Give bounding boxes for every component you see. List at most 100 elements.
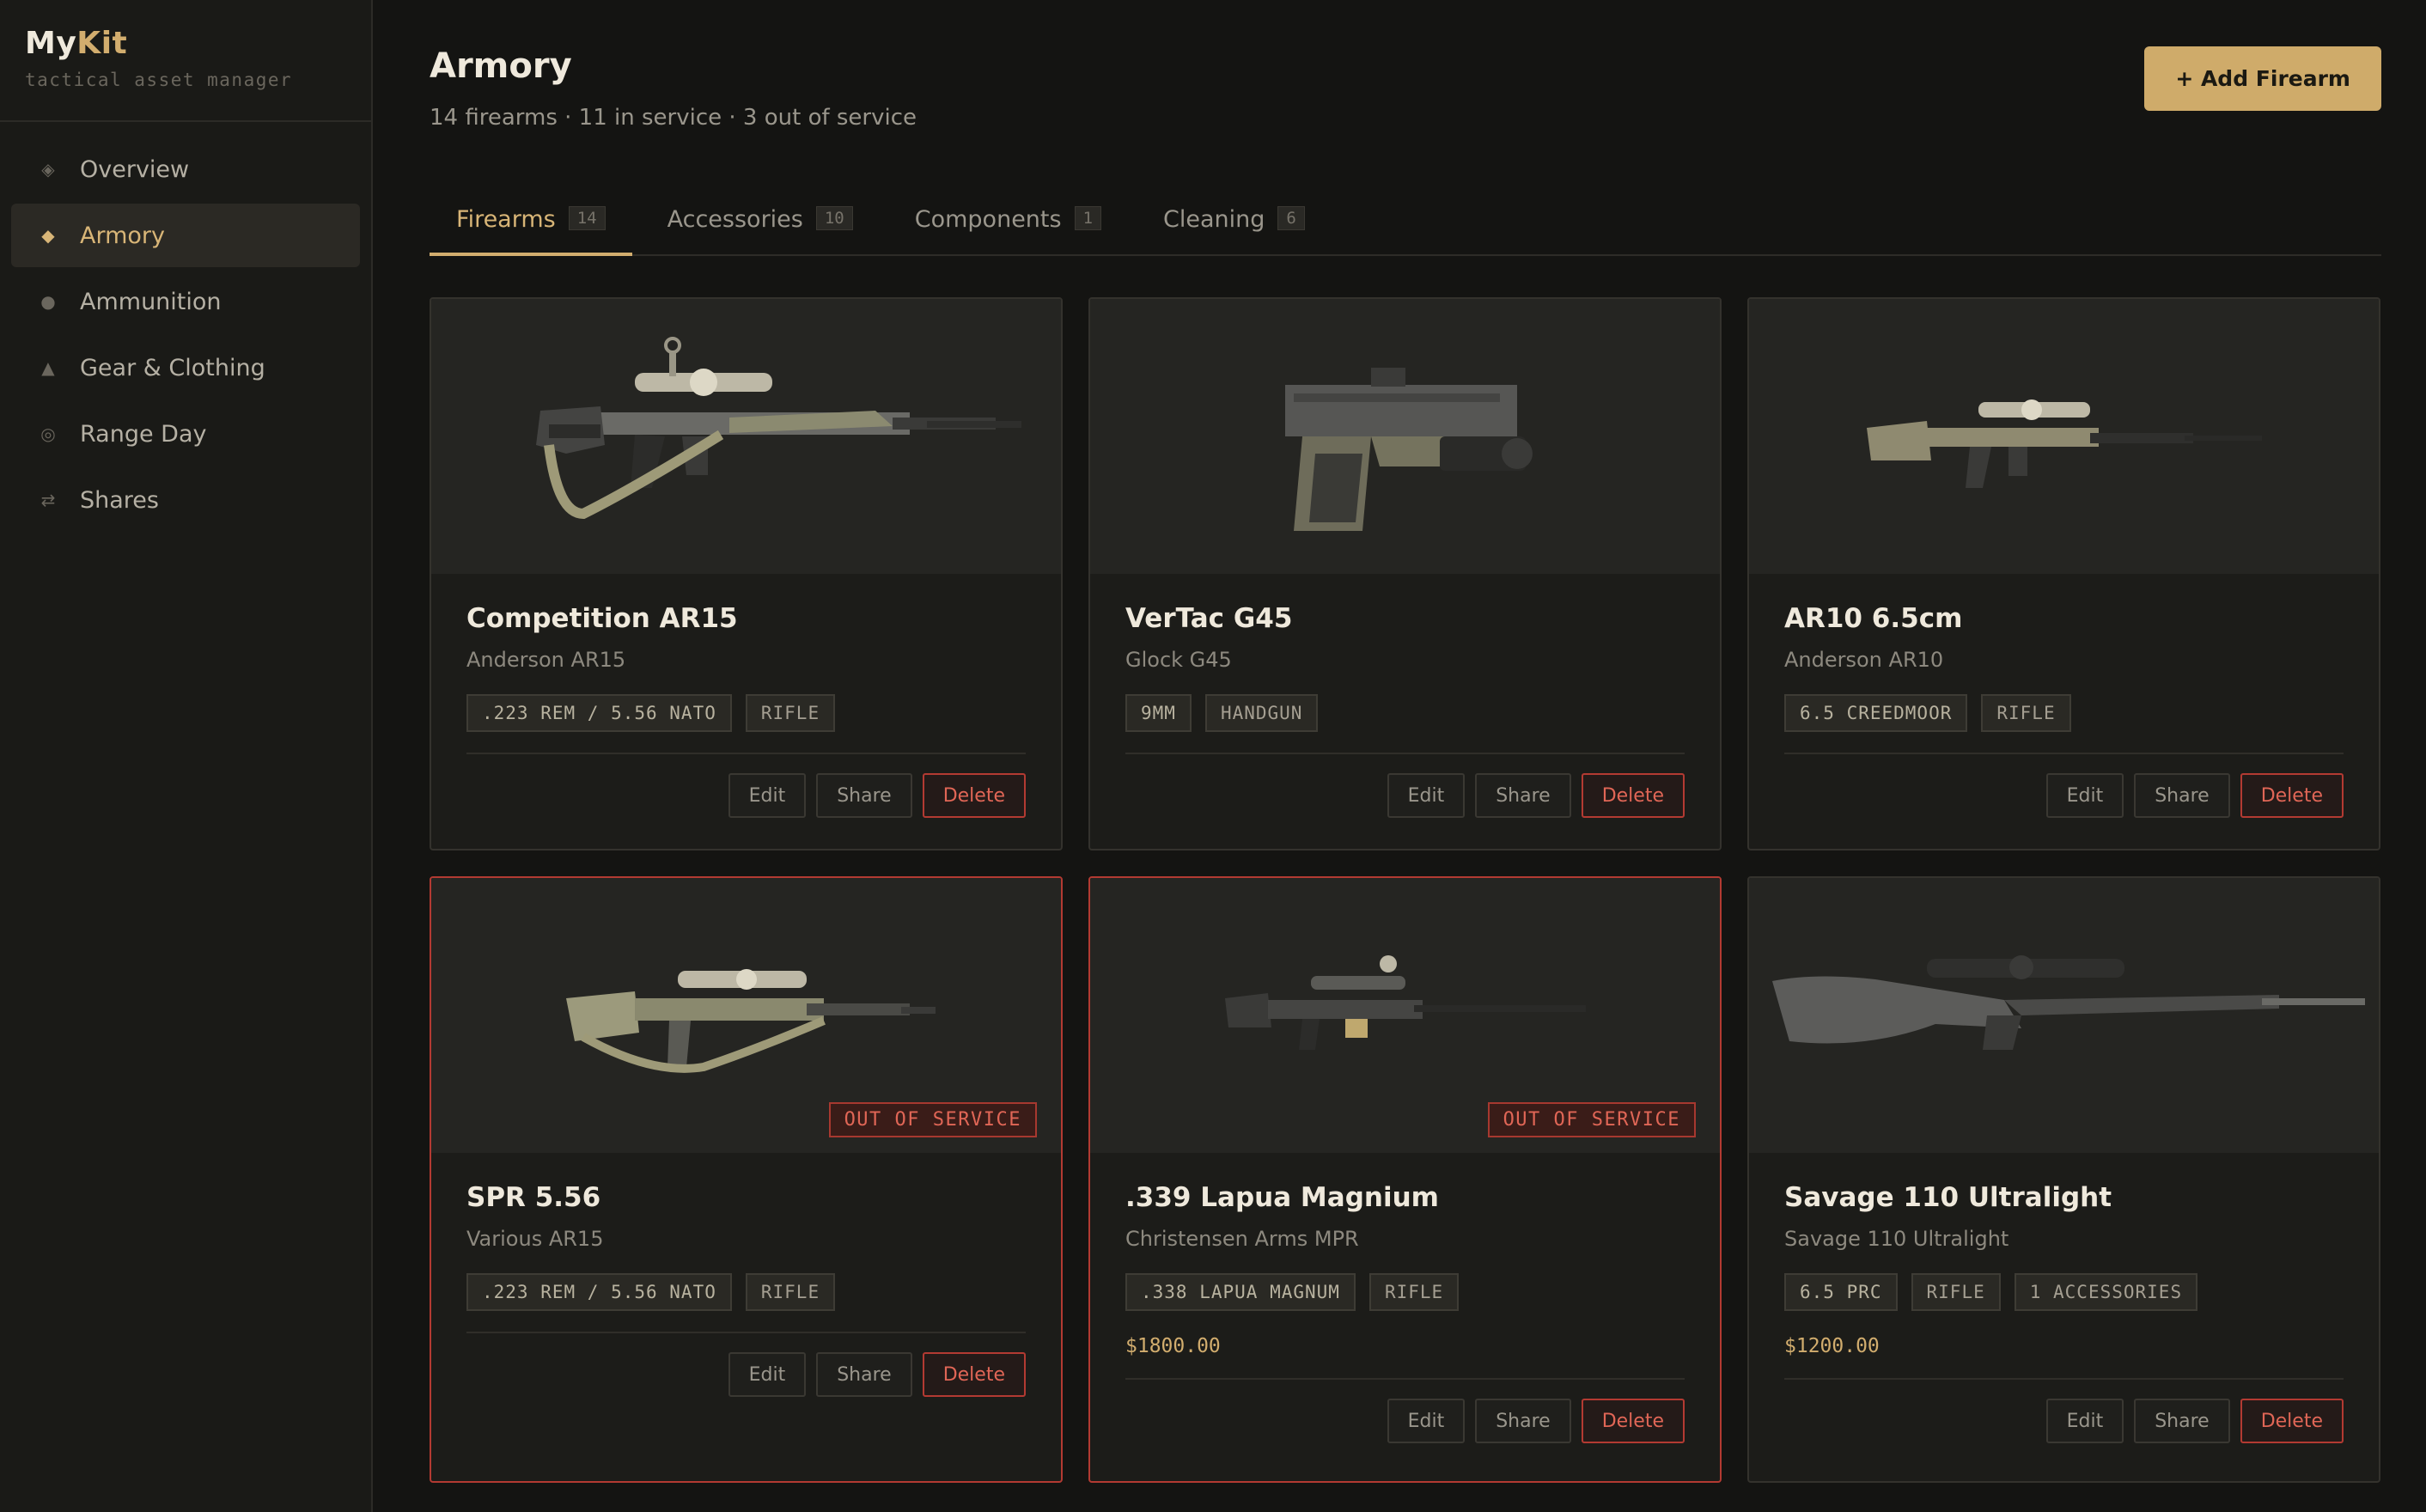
- tag-list: 9MM HANDGUN: [1125, 694, 1685, 732]
- type-tag: RIFLE: [1911, 1273, 2001, 1311]
- delete-button[interactable]: Delete: [1581, 1399, 1685, 1443]
- share-icon: ⇄: [40, 490, 56, 510]
- tag-list: .223 REM / 5.56 NATO RIFLE: [466, 1273, 1026, 1311]
- main-content: Armory 14 firearms · 11 in service · 3 o…: [373, 0, 2426, 1512]
- firearm-card[interactable]: OUT OF SERVICE .339 Lapua Magnium Christen…: [1088, 876, 1722, 1483]
- firearm-model: Various AR15: [466, 1227, 604, 1251]
- delete-button[interactable]: Delete: [1581, 773, 1685, 818]
- sidebar-item-armory[interactable]: ◆ Armory: [11, 204, 360, 267]
- caliber-tag: 9MM: [1125, 694, 1192, 732]
- brand-logo[interactable]: MyKit: [25, 26, 346, 61]
- card-body: VerTac G45 Glock G45 9MM HANDGUN Edit Share De…: [1090, 574, 1720, 818]
- delete-button[interactable]: Delete: [2240, 773, 2344, 818]
- edit-button[interactable]: Edit: [728, 773, 807, 818]
- share-button[interactable]: Share: [816, 773, 912, 818]
- firearm-name: SPR 5.56: [466, 1182, 601, 1213]
- sidebar-item-gear-clothing[interactable]: ▲ Gear & Clothing: [11, 336, 360, 399]
- sidebar-item-range-day[interactable]: ◎ Range Day: [11, 402, 360, 466]
- sidebar-item-label: Range Day: [80, 420, 207, 448]
- sidebar-item-label: Shares: [80, 486, 159, 514]
- firearm-name: VerTac G45: [1125, 603, 1293, 634]
- bolt-rifle-image: [1749, 878, 2379, 1153]
- sidebar-item-shares[interactable]: ⇄ Shares: [11, 468, 360, 532]
- precision-rifle-image: OUT OF SERVICE: [1090, 878, 1720, 1153]
- caliber-tag: 6.5 CREEDMOOR: [1784, 694, 1968, 732]
- firearm-card[interactable]: OUT OF SERVICE SPR 5.56 Various AR15 .223 R…: [430, 876, 1063, 1483]
- tab-count-badge: 6: [1277, 206, 1305, 230]
- page-subtitle: 14 firearms · 11 in service · 3 out of s…: [430, 105, 917, 131]
- delete-button[interactable]: Delete: [922, 1352, 1026, 1397]
- accessories-tag: 1 ACCESSORIES: [2014, 1273, 2198, 1311]
- diamond-icon: ◈: [41, 159, 55, 180]
- delete-button[interactable]: Delete: [2240, 1399, 2344, 1443]
- edit-button[interactable]: Edit: [728, 1352, 807, 1397]
- tab-label: Cleaning: [1163, 206, 1265, 233]
- price-value: $1200.00: [1784, 1335, 1880, 1357]
- firearm-name: .339 Lapua Magnium: [1125, 1182, 1439, 1213]
- gear-icon: ▲: [41, 357, 55, 378]
- card-body: Competition AR15 Anderson AR15 .223 REM / …: [431, 574, 1061, 818]
- share-button[interactable]: Share: [2134, 773, 2230, 818]
- tab-count-badge: 10: [815, 206, 853, 230]
- card-body: .339 Lapua Magnium Christensen Arms MPR .3…: [1090, 1153, 1720, 1443]
- edit-button[interactable]: Edit: [2045, 1399, 2124, 1443]
- tab-bar: Firearms 14 Accessories 10 Components 1 Cleani…: [430, 206, 2381, 256]
- type-tag: HANDGUN: [1204, 694, 1319, 732]
- firearm-card[interactable]: AR10 6.5cm Anderson AR10 6.5 CREEDMOOR RIFL…: [1747, 297, 2380, 850]
- tag-list: 6.5 PRC RIFLE 1 ACCESSORIES: [1784, 1273, 2344, 1311]
- spr-rifle-image: OUT OF SERVICE: [431, 878, 1061, 1153]
- page-header: Armory 14 firearms · 11 in service · 3 o…: [430, 0, 2381, 131]
- card-actions: Edit Share Delete: [1125, 1378, 1685, 1443]
- ammunition-icon: ●: [40, 291, 56, 312]
- firearm-grid: Competition AR15 Anderson AR15 .223 REM / …: [430, 297, 2381, 1483]
- firearm-name: AR10 6.5cm: [1784, 603, 1963, 634]
- brand-name-part: My: [25, 26, 77, 61]
- card-actions: Edit Share Delete: [1125, 753, 1685, 818]
- sidebar-item-label: Ammunition: [80, 288, 222, 315]
- firearm-name: Competition AR15: [466, 603, 738, 634]
- card-actions: Edit Share Delete: [466, 753, 1026, 818]
- tab-components[interactable]: Components 1: [888, 206, 1128, 256]
- sidebar-item-overview[interactable]: ◈ Overview: [11, 137, 360, 201]
- firearm-model: Anderson AR10: [1784, 648, 1944, 672]
- card-actions: Edit Share Delete: [466, 1332, 1026, 1397]
- target-icon: ◎: [40, 424, 56, 444]
- card-actions: Edit Share Delete: [1784, 1378, 2344, 1443]
- edit-button[interactable]: Edit: [2045, 773, 2124, 818]
- card-body: AR10 6.5cm Anderson AR10 6.5 CREEDMOOR RIFL…: [1749, 574, 2379, 818]
- page-title: Armory: [430, 46, 572, 86]
- firearm-card[interactable]: VerTac G45 Glock G45 9MM HANDGUN Edit Share De…: [1088, 297, 1722, 850]
- edit-button[interactable]: Edit: [1387, 1399, 1466, 1443]
- firearm-model: Savage 110 Ultralight: [1784, 1227, 2009, 1251]
- edit-button[interactable]: Edit: [1387, 773, 1466, 818]
- type-tag: RIFLE: [745, 1273, 836, 1311]
- type-tag: RIFLE: [1981, 694, 2071, 732]
- share-button[interactable]: Share: [1475, 773, 1571, 818]
- caliber-tag: 6.5 PRC: [1784, 1273, 1898, 1311]
- sidebar-nav: ◈ Overview ◆ Armory ● Ammunition ▲ Gear & Cloth…: [0, 122, 371, 550]
- add-firearm-button[interactable]: + Add Firearm: [2144, 46, 2381, 111]
- sidebar-item-ammunition[interactable]: ● Ammunition: [11, 270, 360, 333]
- brand: MyKit tactical asset manager: [0, 0, 371, 122]
- share-button[interactable]: Share: [2134, 1399, 2230, 1443]
- firearm-card[interactable]: Competition AR15 Anderson AR15 .223 REM / …: [430, 297, 1063, 850]
- tab-count-badge: 14: [568, 206, 606, 230]
- tab-firearms[interactable]: Firearms 14: [430, 206, 632, 256]
- share-button[interactable]: Share: [816, 1352, 912, 1397]
- card-body: SPR 5.56 Various AR15 .223 REM / 5.56 NATO…: [431, 1153, 1061, 1397]
- card-actions: Edit Share Delete: [1784, 753, 2344, 818]
- type-tag: RIFLE: [745, 694, 836, 732]
- sidebar-item-label: Gear & Clothing: [80, 354, 265, 381]
- caliber-tag: .338 LAPUA MAGNUM: [1125, 1273, 1356, 1311]
- tab-cleaning[interactable]: Cleaning 6: [1137, 206, 1332, 256]
- out-of-service-badge: OUT OF SERVICE: [1487, 1102, 1696, 1137]
- firearm-card[interactable]: Savage 110 Ultralight Savage 110 Ultralig…: [1747, 876, 2380, 1483]
- tab-label: Accessories: [667, 206, 803, 233]
- firearm-model: Anderson AR15: [466, 648, 626, 672]
- armory-icon: ◆: [41, 225, 55, 246]
- share-button[interactable]: Share: [1475, 1399, 1571, 1443]
- brand-name-accent: Kit: [76, 26, 128, 61]
- tab-accessories[interactable]: Accessories 10: [641, 206, 880, 256]
- delete-button[interactable]: Delete: [922, 773, 1026, 818]
- tag-list: .223 REM / 5.56 NATO RIFLE: [466, 694, 1026, 732]
